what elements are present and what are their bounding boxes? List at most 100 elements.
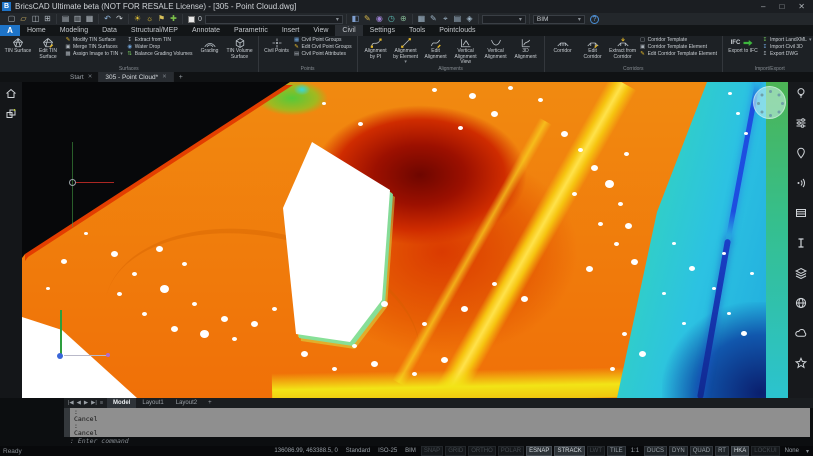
- toggle-tile[interactable]: TILE: [607, 446, 626, 456]
- extract-from-corridor-button[interactable]: Extract from Corridor: [609, 37, 637, 60]
- command-input[interactable]: : Enter command: [0, 437, 813, 446]
- layer-color-swatch[interactable]: [188, 15, 195, 23]
- assign-image-to-tin-button[interactable]: ▩ Assign Image to TIN ▾: [65, 51, 122, 58]
- add-layout-button[interactable]: +: [203, 398, 217, 408]
- blocks-icon[interactable]: [3, 106, 19, 122]
- maximize-button[interactable]: □: [779, 2, 784, 11]
- new-document-tab-button[interactable]: +: [174, 72, 188, 82]
- balance-grading-volumes-button[interactable]: ⇅ Balance Grading Volumes: [127, 51, 192, 58]
- search-icon[interactable]: ⌖: [440, 14, 451, 24]
- status-annoscale[interactable]: None: [782, 446, 802, 456]
- tab-tools[interactable]: Tools: [402, 25, 432, 36]
- bulb-icon[interactable]: ☼: [144, 14, 155, 24]
- pencil-icon[interactable]: ✎: [428, 14, 439, 24]
- globe-small-icon[interactable]: ⊕: [398, 14, 409, 24]
- layout-tab-model[interactable]: Model: [107, 398, 137, 408]
- save-icon[interactable]: ◫: [30, 14, 41, 24]
- help-button[interactable]: ?: [589, 14, 599, 24]
- toggle-rt[interactable]: RT: [715, 446, 729, 456]
- home-icon[interactable]: [3, 85, 19, 101]
- merge-tin-surfaces-button[interactable]: ▣ Merge TIN Surfaces: [65, 44, 123, 51]
- toggle-lwt[interactable]: LWT: [586, 446, 606, 456]
- corridor-template-button[interactable]: ▢ Corridor Template: [640, 37, 717, 44]
- toggle-esnap[interactable]: ESNAP: [526, 446, 553, 456]
- application-button[interactable]: A: [0, 25, 20, 36]
- command-history[interactable]: : Cancel : Cancel: [70, 408, 810, 437]
- sheet-icon[interactable]: ▤: [452, 14, 463, 24]
- workspace-dropdown[interactable]: BIM ▾: [532, 14, 585, 24]
- prev-layout-icon[interactable]: ◀: [77, 400, 81, 406]
- status-bim[interactable]: BIM: [402, 446, 419, 456]
- tin-volume-surface-button[interactable]: TIN Volume Surface: [226, 37, 254, 60]
- tab-structural-mep[interactable]: Structural/MEP: [124, 25, 185, 36]
- draw-order-icon[interactable]: ◧: [350, 14, 361, 24]
- status-scale[interactable]: 1:1: [628, 446, 642, 456]
- vertical-alignment-view-button[interactable]: Vertical Alignment View: [452, 37, 480, 66]
- edit-corridor-template-element-button[interactable]: ✎ Edit Corridor Template Element: [640, 51, 717, 58]
- import-landxml-button[interactable]: ↧ Import LandXML ▾: [762, 37, 812, 44]
- tab-home[interactable]: Home: [20, 25, 53, 36]
- grading-button[interactable]: Grading: [196, 37, 224, 60]
- alignment-by-pi-button[interactable]: Alignment by PI: [362, 37, 390, 66]
- extract-from-tin-button[interactable]: ↧ Extract from TIN: [127, 37, 193, 44]
- status-standard[interactable]: Standard: [343, 446, 373, 456]
- close-button[interactable]: ✕: [798, 2, 805, 11]
- toggle-polar[interactable]: POLAR: [497, 446, 525, 456]
- globe-icon[interactable]: [794, 296, 807, 309]
- annotate-icon[interactable]: ✎: [362, 14, 373, 24]
- toggle-hka[interactable]: HKA: [730, 446, 750, 456]
- toggle-quad[interactable]: QUAD: [689, 446, 714, 456]
- save-as-icon[interactable]: ⊞: [42, 14, 53, 24]
- layers-stack-icon[interactable]: [794, 266, 807, 279]
- layer-dropdown[interactable]: ▾: [204, 14, 343, 24]
- tab-pointclouds[interactable]: Pointclouds: [432, 25, 482, 36]
- drawing-viewport[interactable]: [22, 82, 788, 398]
- toggle-lockui[interactable]: LOCKUI: [751, 446, 780, 456]
- alignment-by-element-button[interactable]: Alignment by Element ▾: [392, 37, 420, 66]
- close-tab-icon[interactable]: ✕: [88, 74, 93, 80]
- import-civil3d-button[interactable]: ↧ Import Civil 3D: [762, 44, 811, 51]
- civil-points-button[interactable]: Civil Points: [263, 37, 291, 55]
- corridor-button[interactable]: Corridor: [549, 37, 577, 60]
- layout-tab-layout1[interactable]: Layout1: [136, 398, 169, 408]
- open-file-icon[interactable]: ▱: [18, 14, 29, 24]
- civil-point-groups-button[interactable]: ▦ Civil Point Groups: [294, 37, 352, 44]
- cube-icon[interactable]: ◈: [464, 14, 475, 24]
- tab-modeling[interactable]: Modeling: [53, 25, 95, 36]
- export-dwg-button[interactable]: ↥ Export DWG: [762, 51, 811, 58]
- status-iso25[interactable]: ISO-25: [375, 446, 400, 456]
- undo-icon[interactable]: ↶: [102, 14, 113, 24]
- table-icon[interactable]: ▦: [416, 14, 427, 24]
- match-properties-icon[interactable]: ◉: [374, 14, 385, 24]
- edit-tin-surface-button[interactable]: Edit TIN Surface: [34, 37, 62, 60]
- edit-civil-point-groups-button[interactable]: ✎ Edit Civil Point Groups: [294, 44, 351, 51]
- edit-corridor-button[interactable]: Edit Corridor: [579, 37, 607, 60]
- corridor-template-element-button[interactable]: ▣ Corridor Template Element: [640, 44, 717, 51]
- minimize-button[interactable]: –: [761, 2, 765, 11]
- render-settings-icon[interactable]: [794, 116, 807, 129]
- doc-tab-point-cloud[interactable]: 305 - Point Cloud* ✕: [99, 72, 174, 82]
- layout-tab-layout2[interactable]: Layout2: [170, 398, 203, 408]
- tab-insert[interactable]: Insert: [275, 25, 307, 36]
- favorites-star-icon[interactable]: [794, 356, 807, 369]
- print-preview-icon[interactable]: ▥: [72, 14, 83, 24]
- tin-surface-button[interactable]: TIN Surface: [4, 37, 32, 60]
- next-layout-icon[interactable]: ▶: [84, 400, 88, 406]
- light-on-icon[interactable]: ☀: [132, 14, 143, 24]
- print-icon[interactable]: ▤: [60, 14, 71, 24]
- export-to-ifc-button[interactable]: IFC Export to IFC: [727, 37, 759, 55]
- status-bar-menu-icon[interactable]: ▾: [806, 448, 809, 455]
- layout-menu-icon[interactable]: ≡: [100, 400, 103, 406]
- civil-point-attributes-button[interactable]: ▤ Civil Point Attributes: [294, 51, 352, 58]
- structural-beam-icon[interactable]: [794, 236, 807, 249]
- doc-tab-start[interactable]: Start ✕: [64, 72, 100, 82]
- new-file-icon[interactable]: ▢: [6, 14, 17, 24]
- toggle-grid[interactable]: GRID: [445, 446, 467, 456]
- close-tab-icon[interactable]: ✕: [162, 74, 167, 80]
- tab-parametric[interactable]: Parametric: [227, 25, 275, 36]
- 3d-alignment-button[interactable]: 3D Alignment: [512, 37, 540, 66]
- water-drop-button[interactable]: ◉ Water Drop: [127, 44, 193, 51]
- modify-tin-surface-button[interactable]: ✎ Modify TIN Surface: [65, 37, 123, 44]
- tab-data[interactable]: Data: [95, 25, 124, 36]
- light-icon[interactable]: [794, 86, 807, 99]
